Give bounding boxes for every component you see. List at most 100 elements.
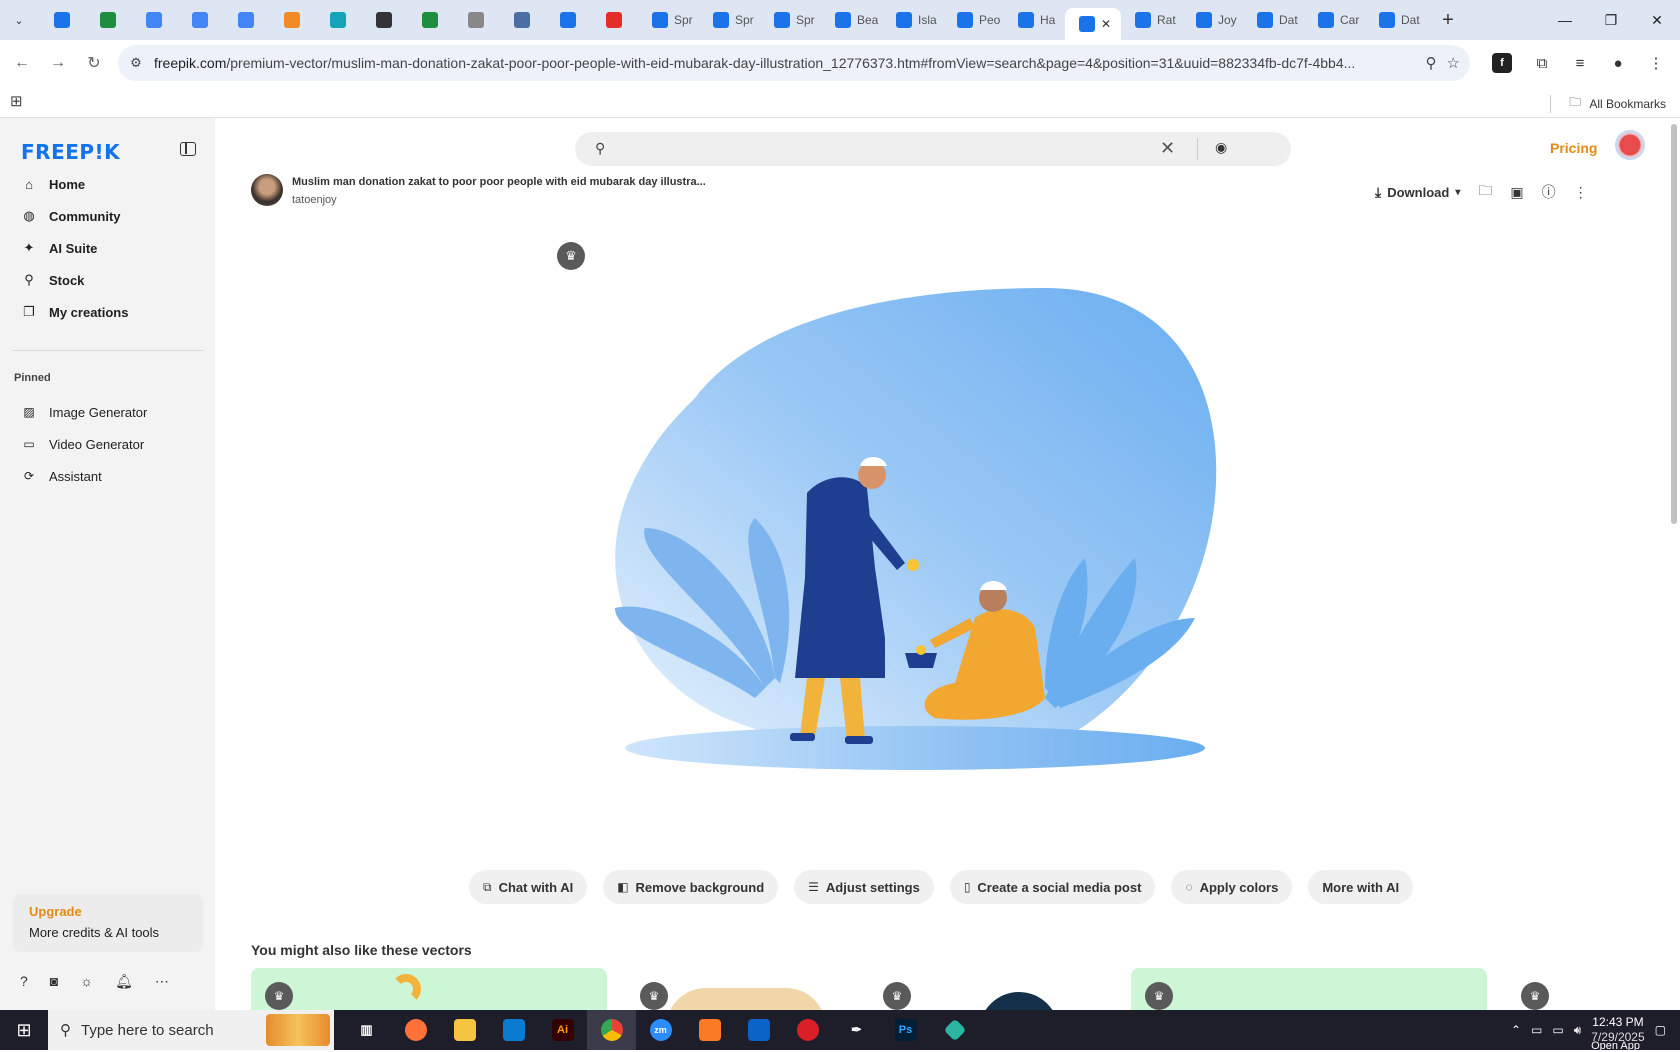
browser-tab-12[interactable] bbox=[592, 4, 638, 36]
restore-button[interactable]: ❐ bbox=[1588, 0, 1634, 40]
volume-icon[interactable]: 🔊︎ bbox=[1574, 1023, 1582, 1038]
pinned-item-video-generator[interactable]: ▭ Video Generator bbox=[13, 428, 203, 460]
pen-tool-icon[interactable]: ✒ bbox=[832, 1010, 881, 1050]
upgrade-card[interactable]: Upgrade More credits & AI tools bbox=[13, 894, 203, 952]
xampp-icon[interactable] bbox=[685, 1010, 734, 1050]
after-tab-1[interactable]: Joy bbox=[1182, 4, 1243, 36]
related-thumb-4[interactable]: ♛ bbox=[1131, 968, 1487, 1010]
browser-tab-5[interactable] bbox=[270, 4, 316, 36]
related-thumb-3[interactable]: ♛ bbox=[869, 968, 1114, 1010]
address-bar[interactable]: ⚙ freepik.com/premium-vector/muslim-man-… bbox=[118, 45, 1470, 81]
ai-button-chat-with-ai[interactable]: ⧉ Chat with AI bbox=[469, 870, 588, 904]
browser-tab-19[interactable]: Ha bbox=[1004, 4, 1065, 36]
vscode-icon[interactable] bbox=[489, 1010, 538, 1050]
browser-tab-6[interactable] bbox=[316, 4, 362, 36]
zoom-icon[interactable]: zm bbox=[636, 1010, 685, 1050]
sidebar-item-my-creations[interactable]: ❐ My creations bbox=[13, 296, 203, 328]
collapse-sidebar-icon[interactable] bbox=[180, 142, 196, 156]
taskbar-search[interactable]: ⚲ Type here to search bbox=[48, 1010, 334, 1050]
reload-button[interactable]: ↻ bbox=[76, 45, 112, 81]
sidebar-item-home[interactable]: ⌂ Home bbox=[13, 168, 203, 200]
browser-tab-16[interactable]: Bea bbox=[821, 4, 882, 36]
info-icon[interactable]: ⓘ bbox=[1542, 182, 1556, 202]
close-tab-icon[interactable]: ✕ bbox=[1101, 17, 1111, 31]
browser-tab-7[interactable] bbox=[362, 4, 408, 36]
related-thumb-5[interactable]: ♛ bbox=[1507, 968, 1667, 1010]
sidebar-item-ai-suite[interactable]: ✦ AI Suite bbox=[13, 232, 203, 264]
new-tab-button[interactable]: + bbox=[1434, 9, 1462, 32]
url-text[interactable]: freepik.com/premium-vector/muslim-man-do… bbox=[154, 55, 1394, 71]
chrome-icon[interactable] bbox=[587, 1010, 636, 1050]
ai-button-more-with-ai[interactable]: More with AI bbox=[1308, 870, 1414, 904]
back-button[interactable]: ← bbox=[4, 45, 40, 81]
task-view-icon[interactable]: ▥ bbox=[342, 1010, 391, 1050]
browser-tab-17[interactable]: Isla bbox=[882, 4, 943, 36]
ai-button-create-a-social-media-post[interactable]: ▯ Create a social media post bbox=[949, 870, 1156, 904]
forward-button[interactable]: → bbox=[40, 45, 76, 81]
browser-tab-14[interactable]: Spr bbox=[699, 4, 760, 36]
open-app-label[interactable]: Open App bbox=[1591, 1040, 1640, 1052]
browser-tab-10[interactable] bbox=[500, 4, 546, 36]
after-tab-3[interactable]: Car bbox=[1304, 4, 1365, 36]
theme-toggle-icon[interactable]: ☼ bbox=[80, 973, 93, 990]
pinned-item-assistant[interactable]: ⟳ Assistant bbox=[13, 460, 203, 492]
camera-search-icon[interactable]: ◉ bbox=[1215, 139, 1227, 156]
app-gem-icon[interactable] bbox=[930, 1010, 979, 1050]
download-button[interactable]: ⤓ Download ▾ bbox=[1375, 184, 1460, 201]
tray-display-icon[interactable]: ▭ bbox=[1552, 1023, 1563, 1037]
related-thumb-2[interactable]: ♛ bbox=[626, 968, 851, 1010]
browser-tab-9[interactable] bbox=[454, 4, 500, 36]
ai-button-apply-colors[interactable]: ◌ Apply colors bbox=[1171, 870, 1293, 904]
edit-image-icon[interactable]: ▣ bbox=[1510, 184, 1523, 201]
browser-tab-2[interactable] bbox=[132, 4, 178, 36]
browser-tab-8[interactable] bbox=[408, 4, 454, 36]
zoom-icon[interactable]: ⚲ bbox=[1426, 54, 1437, 72]
related-thumb-1[interactable]: ♛ bbox=[251, 968, 607, 1010]
file-explorer-icon[interactable] bbox=[440, 1010, 489, 1050]
tray-network-icon[interactable]: ▭ bbox=[1531, 1023, 1542, 1037]
tab-search-button[interactable]: ⌄ bbox=[6, 7, 32, 33]
browser-tab-18[interactable]: Peo bbox=[943, 4, 1004, 36]
add-to-collection-icon[interactable]: 🗀 bbox=[1478, 180, 1492, 204]
page-scrollbar-thumb[interactable] bbox=[1671, 124, 1677, 524]
menu-kebab-icon[interactable]: ⋮ bbox=[1640, 45, 1672, 81]
author-name[interactable]: tatoenjoy bbox=[292, 194, 337, 206]
after-tab-2[interactable]: Dat bbox=[1243, 4, 1304, 36]
creative-cloud-icon[interactable] bbox=[783, 1010, 832, 1050]
pinned-item-image-generator[interactable]: ▨ Image Generator bbox=[13, 396, 203, 428]
after-tab-0[interactable]: Rat bbox=[1121, 4, 1182, 36]
after-tab-4[interactable]: Dat bbox=[1365, 4, 1426, 36]
browser-tab-15[interactable]: Spr bbox=[760, 4, 821, 36]
browser-tab-1[interactable] bbox=[86, 4, 132, 36]
notification-center-icon[interactable]: ▢ bbox=[1655, 1023, 1666, 1037]
pricing-link[interactable]: Pricing bbox=[1550, 140, 1597, 156]
freepik-logo[interactable]: FREEP!K bbox=[21, 140, 120, 164]
close-window-button[interactable]: ✕ bbox=[1634, 0, 1680, 40]
browser-tab-13[interactable]: Spr bbox=[638, 4, 699, 36]
photoshop-icon[interactable]: Ps bbox=[881, 1010, 930, 1050]
outlook-icon[interactable] bbox=[734, 1010, 783, 1050]
browser-tab-3[interactable] bbox=[178, 4, 224, 36]
author-avatar[interactable] bbox=[251, 174, 283, 206]
discord-icon[interactable]: ◙ bbox=[50, 973, 58, 990]
extension-font-icon[interactable]: f bbox=[1492, 53, 1512, 73]
bookmark-star-icon[interactable]: ☆ bbox=[1447, 54, 1460, 72]
ai-button-adjust-settings[interactable]: ☰ Adjust settings bbox=[794, 870, 934, 904]
more-options-icon[interactable]: ⋯ bbox=[155, 973, 169, 990]
user-avatar[interactable] bbox=[1615, 130, 1645, 160]
tray-chevron-icon[interactable]: ⌃ bbox=[1511, 1023, 1521, 1037]
windows-start-icon[interactable]: ⊞ bbox=[0, 1010, 48, 1050]
minimize-button[interactable]: — bbox=[1542, 0, 1588, 40]
help-icon[interactable]: ? bbox=[20, 973, 28, 990]
browser-tab-4[interactable] bbox=[224, 4, 270, 36]
firefox-icon[interactable] bbox=[391, 1010, 440, 1050]
active-tab[interactable]: ✕ bbox=[1065, 8, 1121, 40]
notifications-bell-icon[interactable]: 🔔︎ bbox=[115, 973, 133, 990]
ai-button-remove-background[interactable]: ◧ Remove background bbox=[603, 870, 779, 904]
all-bookmarks-button[interactable]: 🗀 All Bookmarks bbox=[1550, 93, 1666, 114]
browser-tab-0[interactable] bbox=[40, 4, 86, 36]
sidebar-item-community[interactable]: ◍ Community bbox=[13, 200, 203, 232]
extensions-icon[interactable]: ⧉ bbox=[1526, 45, 1558, 81]
media-control-icon[interactable]: ≡ bbox=[1564, 45, 1596, 81]
search-input[interactable] bbox=[623, 138, 1183, 160]
